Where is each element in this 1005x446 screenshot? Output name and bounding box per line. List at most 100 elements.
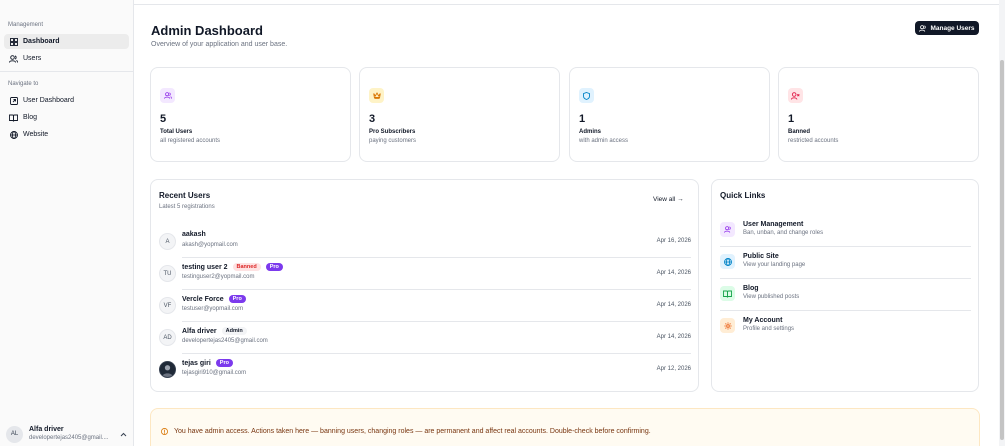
alert-text: You have admin access. Actions taken her… [174, 428, 651, 435]
quick-link-title: Blog [743, 285, 759, 292]
table-row[interactable]: A aakash akash@yopmail.com Apr 16, 2026 [159, 226, 691, 258]
page-title: Admin Dashboard [151, 23, 263, 38]
status-badge-banned: Banned [232, 263, 261, 271]
book-icon [720, 286, 735, 301]
grid-icon [9, 37, 18, 46]
sidebar-item-label: Users [23, 55, 42, 62]
quick-link-title: My Account [743, 317, 783, 324]
quick-link-title: Public Site [743, 253, 779, 260]
page-subtitle: Overview of your application and user ba… [151, 41, 288, 48]
stat-value: 3 [369, 113, 376, 125]
stat-description: restricted accounts [788, 138, 839, 144]
users-icon [720, 222, 735, 237]
scrollbar[interactable] [999, 0, 1005, 446]
section-label-management: Management [8, 22, 44, 28]
recent-users-title: Recent Users [159, 191, 211, 200]
stat-description: with admin access [579, 138, 629, 144]
stat-value: 5 [160, 113, 167, 125]
user-email: testinguser2@yopmail.com [182, 274, 255, 280]
account-email: developertejas2405@gmail.... [29, 434, 109, 441]
quick-link-blog[interactable]: Blog View published posts [720, 279, 971, 311]
users-icon [160, 88, 175, 103]
sidebar-item-label: Dashboard [23, 38, 60, 45]
sidebar-item-label: Website [23, 131, 49, 138]
view-all-link[interactable]: View all → [653, 196, 684, 203]
sidebar-item-dashboard[interactable]: Dashboard [4, 34, 129, 49]
status-badge-pro: Pro [228, 295, 246, 303]
sidebar-item-blog[interactable]: Blog [4, 110, 129, 125]
section-label-navigate: Navigate to [8, 81, 39, 87]
warning-icon [161, 428, 168, 435]
stat-label: Total Users [160, 129, 193, 135]
quick-link-desc: View your landing page [743, 262, 806, 268]
user-date: Apr 12, 2026 [656, 366, 691, 372]
stat-value: 1 [579, 113, 586, 125]
sidebar-item-label: User Dashboard [23, 97, 74, 104]
user-avatar: A [159, 233, 176, 250]
user-email: akash@yopmail.com [182, 242, 238, 248]
quick-link-desc: Ban, unban, and change roles [743, 230, 824, 236]
quick-link-my-account[interactable]: My Account Profile and settings [720, 311, 971, 343]
avatar: AL [6, 425, 23, 443]
user-avatar: AD [159, 329, 176, 346]
recent-users-subtitle: Latest 5 registrations [159, 204, 215, 210]
main-content: Admin Dashboard Overview of your applica… [134, 0, 999, 446]
users-icon [9, 54, 18, 63]
quick-links-title: Quick Links [720, 191, 766, 200]
external-square-icon [9, 96, 18, 105]
user-email: developertejas2405@gmail.com [182, 338, 268, 344]
sidebar-item-website[interactable]: Website [4, 127, 129, 142]
user-name: Vercle Force [182, 295, 224, 303]
user-name: Alfa driver [182, 327, 217, 335]
sidebar-item-label: Blog [23, 114, 38, 121]
account-name: Alfa driver [29, 425, 64, 433]
user-date: Apr 14, 2026 [656, 302, 691, 308]
sidebar-divider [0, 71, 134, 72]
header-divider [134, 4, 999, 5]
crown-icon [369, 88, 384, 103]
status-badge-pro: Pro [215, 359, 233, 367]
user-avatar-photo [159, 361, 176, 378]
quick-link-user-management[interactable]: User Management Ban, unban, and change r… [720, 215, 971, 247]
quick-links-panel: Quick Links User Management Ban, unban, … [711, 179, 979, 392]
user-avatar: TU [159, 265, 176, 282]
chevron-up-icon [120, 430, 127, 439]
user-avatar: VF [159, 297, 176, 314]
status-badge-pro: Pro [265, 263, 283, 271]
account-menu-trigger[interactable]: AL Alfa driver developertejas2405@gmail.… [6, 424, 130, 444]
stat-label: Banned [788, 129, 811, 135]
manage-users-button[interactable]: Manage Users [915, 21, 979, 35]
user-x-icon [788, 88, 803, 103]
scrollbar-thumb[interactable] [1000, 60, 1004, 440]
stat-value: 1 [788, 113, 795, 125]
user-date: Apr 14, 2026 [656, 334, 691, 340]
book-icon [9, 113, 18, 122]
table-row[interactable]: tejas giri Pro tejasgiri910@gmail.com Ap… [159, 354, 691, 386]
sidebar-item-user-dashboard[interactable]: User Dashboard [4, 93, 129, 108]
table-row[interactable]: VF Vercle Force Pro testuser@yopmail.com… [159, 290, 691, 322]
globe-icon [9, 130, 18, 139]
quick-link-title: User Management [743, 221, 804, 228]
stat-card-admins: 1 Admins with admin access [569, 67, 770, 162]
quick-link-desc: Profile and settings [743, 326, 795, 332]
sidebar-item-users[interactable]: Users [4, 51, 129, 66]
user-name: aakash [182, 231, 206, 238]
user-date: Apr 16, 2026 [656, 238, 691, 244]
quick-link-public-site[interactable]: Public Site View your landing page [720, 247, 971, 279]
manage-users-label: Manage Users [930, 24, 975, 32]
stat-label: Admins [579, 129, 602, 135]
stat-card-pro-subscribers: 3 Pro Subscribers paying customers [359, 67, 560, 162]
table-row[interactable]: TU testing user 2 Banned Pro testinguser… [159, 258, 691, 290]
user-name: testing user 2 [182, 263, 228, 271]
user-email: testuser@yopmail.com [182, 306, 244, 312]
table-row[interactable]: AD Alfa driver Admin developertejas2405@… [159, 322, 691, 354]
stat-card-total-users: 5 Total Users all registered accounts [150, 67, 351, 162]
user-email: tejasgiri910@gmail.com [182, 370, 247, 376]
stat-label: Pro Subscribers [369, 129, 416, 135]
users-icon [919, 24, 927, 32]
admin-warning-alert: You have admin access. Actions taken her… [150, 408, 980, 446]
stat-description: paying customers [369, 138, 417, 144]
status-badge-admin: Admin [221, 327, 247, 335]
stat-description: all registered accounts [160, 138, 221, 144]
sidebar: Management Dashboard Users Navigate to U… [0, 0, 134, 446]
